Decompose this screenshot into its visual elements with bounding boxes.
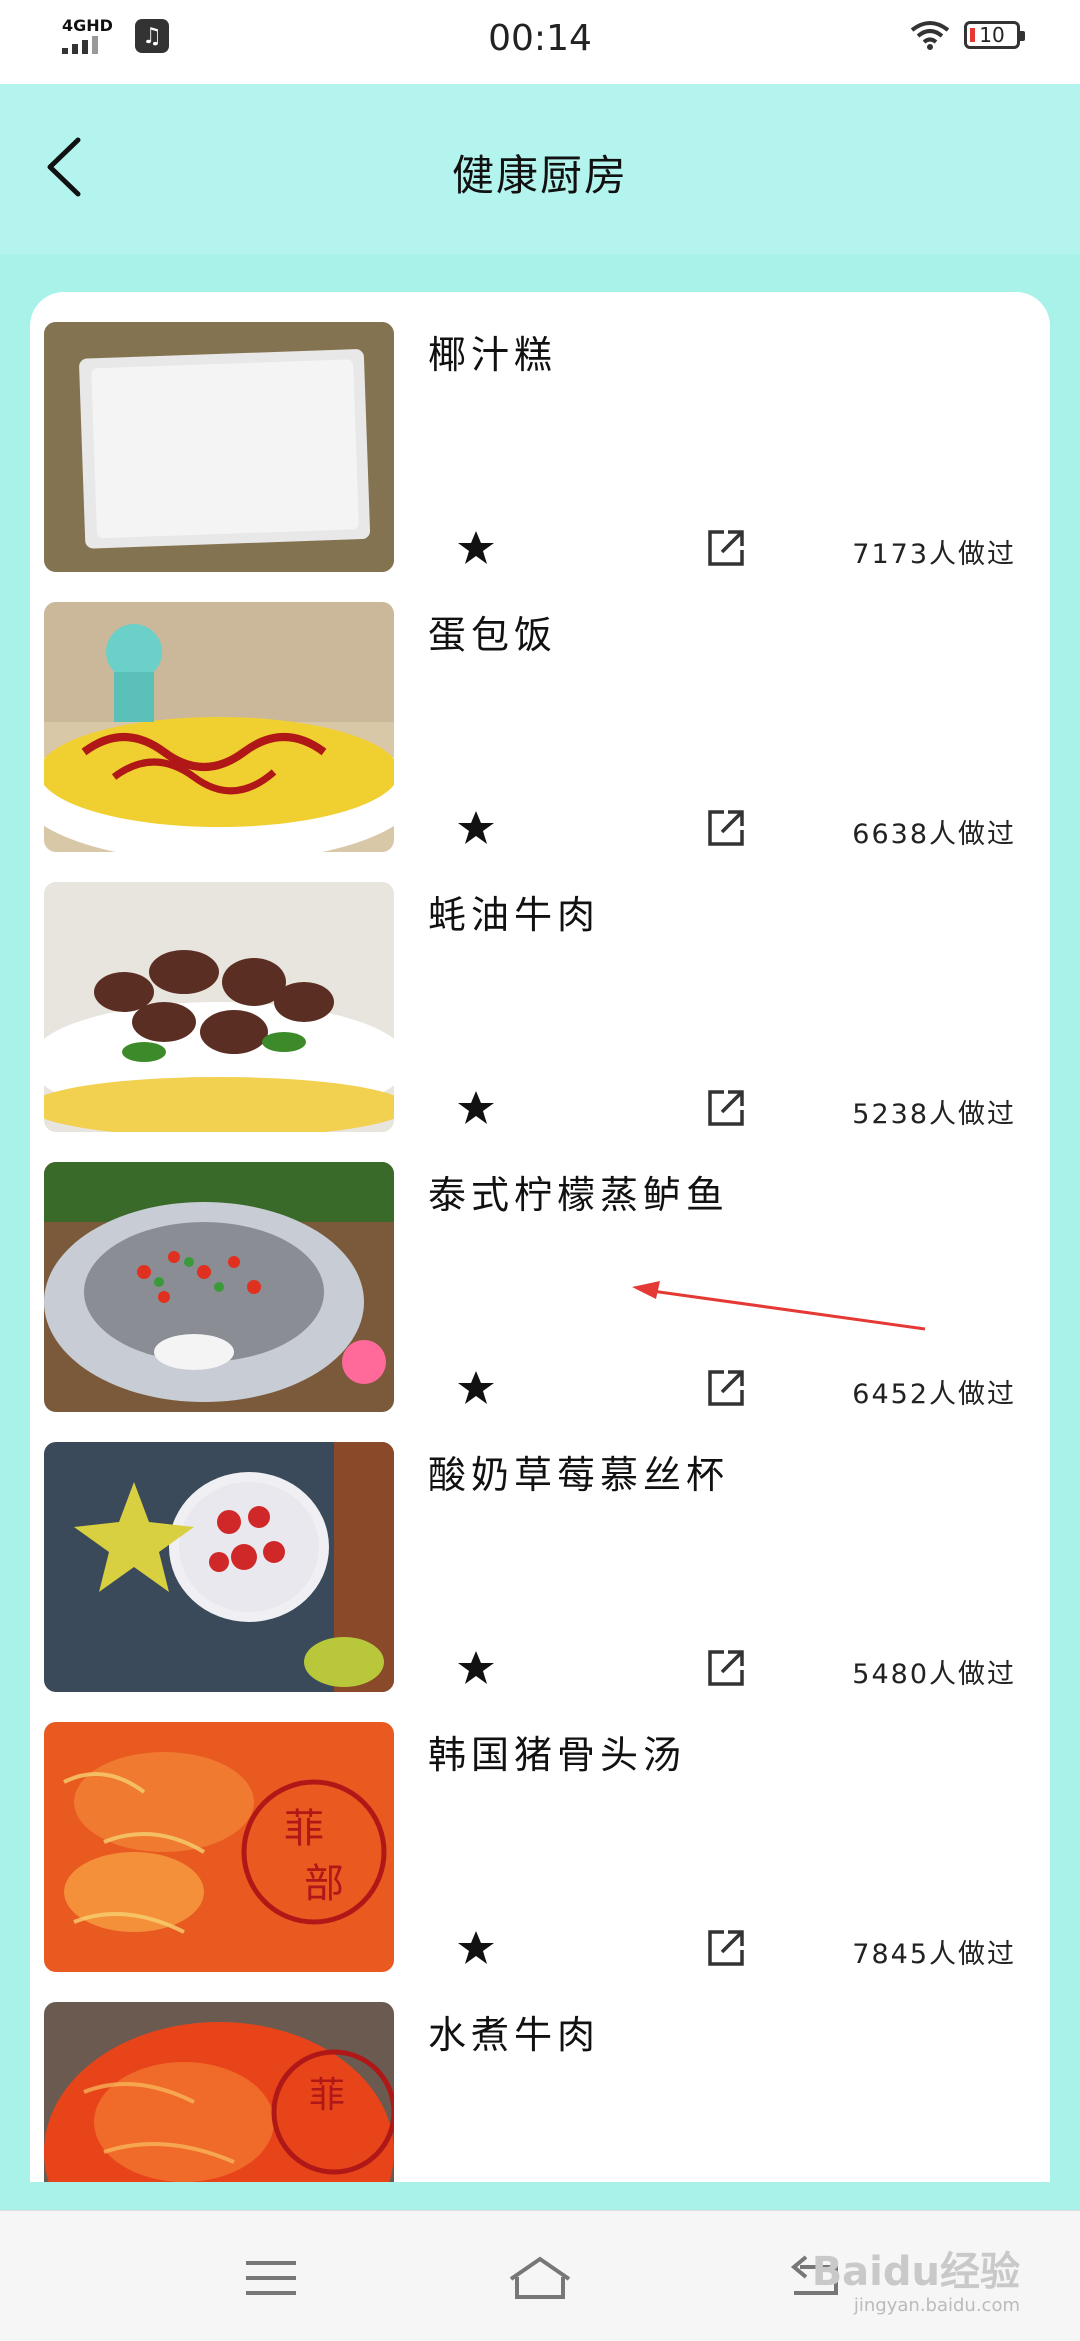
list-item[interactable]: 蛋包饭 6638人做过: [44, 602, 1034, 854]
yogurt-strawberry-mousse-image: [44, 1442, 394, 1692]
app-header: 健康厨房: [0, 84, 1080, 254]
recipe-thumbnail[interactable]: [44, 1442, 394, 1692]
recipe-thumbnail[interactable]: 菲: [44, 2002, 394, 2182]
battery-level: [970, 28, 975, 42]
share-icon[interactable]: [704, 1646, 748, 1690]
made-count: 6452人做过: [852, 1379, 1016, 1410]
share-icon[interactable]: [704, 806, 748, 850]
star-icon[interactable]: [456, 528, 496, 568]
annotation-arrow: [632, 1281, 926, 1331]
made-count: 6638人做过: [852, 819, 1016, 850]
recipe-thumbnail[interactable]: [44, 322, 394, 572]
recipe-thumbnail[interactable]: 菲 部: [44, 1722, 394, 1972]
recipe-list: 椰汁糕 7173人做过 蛋包饭 6638人做过 蚝油牛肉 5238人做过 泰式柠…: [30, 292, 1050, 2182]
share-icon[interactable]: [704, 1366, 748, 1410]
svg-text:菲: 菲: [284, 1806, 324, 1852]
recipe-thumbnail[interactable]: [44, 882, 394, 1132]
status-bar: 4GHD ♫ 00:14 10: [0, 0, 1080, 84]
recipe-name: 蚝油牛肉: [428, 893, 601, 937]
recipe-name: 酸奶草莓慕丝杯: [428, 1453, 730, 1497]
recipe-thumbnail[interactable]: [44, 602, 394, 852]
made-count: 5480人做过: [852, 1659, 1016, 1690]
menu-icon[interactable]: [236, 2253, 306, 2303]
baidu-watermark: Baidu经验: [811, 2249, 1020, 2295]
coconut-cake-image: [44, 322, 394, 572]
omelette-rice-image: [44, 602, 394, 852]
boiled-beef-image: 菲: [44, 2002, 394, 2182]
share-icon[interactable]: [704, 1926, 748, 1970]
svg-text:部: 部: [304, 1861, 344, 1907]
svg-text:菲: 菲: [309, 2075, 345, 2116]
star-icon[interactable]: [456, 1368, 496, 1408]
wifi-icon: [910, 21, 950, 50]
system-nav-bar: Baidu经验 jingyan.baidu.com: [0, 2210, 1080, 2341]
steamed-fish-image: [44, 1162, 394, 1412]
page-title: 健康厨房: [451, 151, 628, 200]
made-count: 7173人做过: [852, 539, 1016, 570]
list-item[interactable]: 酸奶草莓慕丝杯 5480人做过: [44, 1442, 1034, 1694]
battery-percent: 10: [979, 23, 1005, 47]
list-item[interactable]: 菲 部 韩国猪骨头汤 7845人做过: [44, 1722, 1034, 1974]
list-item[interactable]: 椰汁糕 7173人做过: [44, 322, 1034, 574]
made-count: 5238人做过: [852, 1099, 1016, 1130]
status-right: 10: [910, 20, 1025, 50]
share-icon[interactable]: [704, 526, 748, 570]
home-icon[interactable]: [505, 2253, 575, 2303]
recipe-name: 椰汁糕: [428, 333, 558, 377]
recipe-name: 泰式柠檬蒸鲈鱼: [428, 1173, 730, 1217]
star-icon[interactable]: [456, 1088, 496, 1128]
recipe-name: 蛋包饭: [428, 613, 558, 657]
recipe-name: 韩国猪骨头汤: [428, 1733, 687, 1777]
star-icon[interactable]: [456, 1648, 496, 1688]
made-count: 7845人做过: [852, 1939, 1016, 1970]
pork-bone-soup-image: 菲 部: [44, 1722, 394, 1972]
battery-icon: 10: [964, 21, 1025, 49]
oyster-beef-image: [44, 882, 394, 1132]
star-icon[interactable]: [456, 808, 496, 848]
list-item[interactable]: 蚝油牛肉 5238人做过: [44, 882, 1034, 1134]
share-icon[interactable]: [704, 1086, 748, 1130]
star-icon[interactable]: [456, 1928, 496, 1968]
recipe-name: 水煮牛肉: [428, 2013, 601, 2057]
baidu-watermark-url: jingyan.baidu.com: [853, 2295, 1020, 2316]
recipe-thumbnail[interactable]: [44, 1162, 394, 1412]
list-item[interactable]: 菲 水煮牛肉: [44, 2002, 1034, 2182]
